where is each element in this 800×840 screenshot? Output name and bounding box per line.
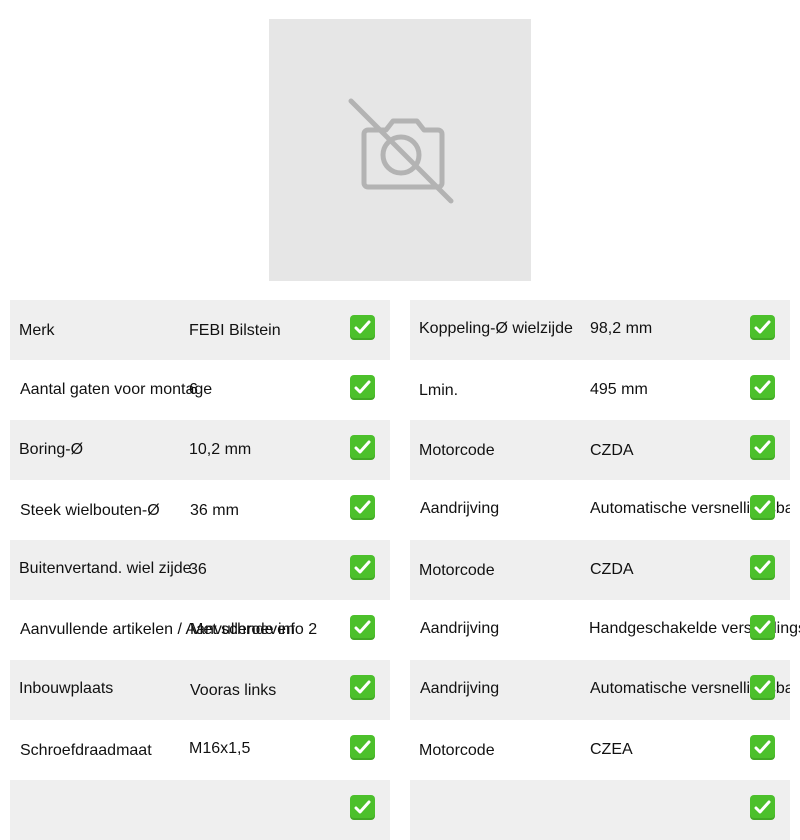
spec-label: Buitenvertand. wiel zijde	[19, 560, 192, 577]
spec-label: Schroefdraadmaat	[20, 742, 152, 759]
check-icon	[750, 375, 775, 400]
spec-value: 6	[189, 381, 198, 398]
check-icon	[350, 555, 375, 580]
spec-label: Aantal gaten voor montage	[20, 381, 213, 398]
spec-value: CZDA	[590, 442, 634, 459]
check-icon	[750, 495, 775, 520]
spec-row: Aandrijving Automatische versnellingsbak	[410, 660, 790, 720]
spec-label: Koppeling-Ø wielzijde	[419, 320, 573, 337]
spec-value: 36 mm	[190, 502, 239, 519]
check-icon	[350, 615, 375, 640]
spec-table-right: Koppeling-Ø wielzijde 98,2 mm Lmin. 495 …	[410, 300, 800, 840]
check-icon	[750, 315, 775, 340]
spec-row: Boring-Ø 10,2 mm	[10, 420, 390, 480]
spec-label: Aandrijving	[420, 620, 500, 637]
spec-value: CZEA	[590, 741, 633, 758]
spec-row: Aandrijving Handgeschakelde versnellings…	[410, 600, 800, 660]
spec-label: Inbouwplaats	[19, 680, 114, 697]
spec-label: Aandrijving	[420, 500, 500, 517]
spec-value: Vooras links	[190, 682, 277, 699]
check-icon	[750, 435, 775, 460]
spec-row: Motorcode CZDA	[410, 420, 790, 480]
check-icon	[350, 315, 375, 340]
spec-row: Aandrijving Automatische versnellingsbak	[410, 480, 790, 540]
spec-row: Motorcode CZDA	[410, 540, 790, 600]
check-icon	[350, 735, 375, 760]
spec-row	[410, 780, 790, 840]
check-icon	[350, 495, 375, 520]
spec-row: Schroefdraadmaat M16x1,5	[10, 720, 390, 780]
check-icon	[350, 795, 375, 820]
spec-row: Merk FEBI Bilstein	[10, 300, 390, 360]
spec-row: Buitenvertand. wiel zijde 36	[10, 540, 390, 600]
spec-label: Aandrijving	[420, 680, 500, 697]
spec-label: Motorcode	[419, 442, 495, 459]
spec-row: Inbouwplaats Vooras links	[10, 660, 390, 720]
spec-row: Koppeling-Ø wielzijde 98,2 mm	[410, 300, 790, 360]
spec-value: 495 mm	[590, 381, 648, 398]
check-icon	[750, 675, 775, 700]
check-icon	[750, 615, 775, 640]
spec-row: Motorcode CZEA	[410, 720, 790, 780]
spec-label: Motorcode	[419, 742, 495, 759]
spec-value: Met schroeven	[190, 621, 295, 638]
spec-value: 10,2 mm	[189, 441, 252, 458]
spec-value: M16x1,5	[189, 740, 251, 757]
spec-row: Aantal gaten voor montage 6	[10, 360, 390, 420]
spec-value: CZDA	[590, 561, 634, 578]
spec-label: Lmin.	[419, 382, 459, 399]
spec-label: Motorcode	[419, 562, 495, 579]
spec-label: Merk	[19, 322, 55, 339]
check-icon	[750, 555, 775, 580]
spec-label: Boring-Ø	[19, 441, 84, 458]
spec-row: Lmin. 495 mm	[410, 360, 790, 420]
spec-value: FEBI Bilstein	[189, 322, 281, 339]
spec-value: 98,2 mm	[590, 320, 653, 337]
product-image-placeholder	[269, 19, 531, 281]
spec-row	[10, 780, 390, 840]
spec-label: Steek wielbouten-Ø	[20, 502, 160, 519]
check-icon	[350, 435, 375, 460]
check-icon	[350, 675, 375, 700]
spec-value: 36	[189, 561, 207, 578]
check-icon	[750, 795, 775, 820]
spec-row: Steek wielbouten-Ø 36 mm	[10, 480, 390, 540]
check-icon	[350, 375, 375, 400]
camera-off-icon	[348, 98, 454, 204]
spec-table-left: Merk FEBI Bilstein Aantal gaten voor mon…	[10, 300, 390, 840]
spec-row: Aanvullende artikelen / Aanvullende info…	[10, 600, 390, 660]
check-icon	[750, 735, 775, 760]
